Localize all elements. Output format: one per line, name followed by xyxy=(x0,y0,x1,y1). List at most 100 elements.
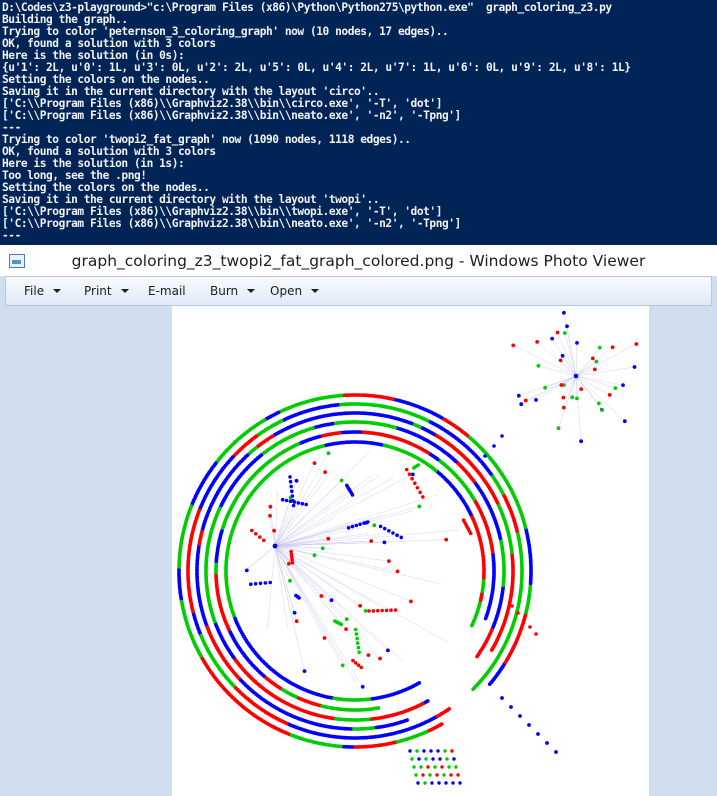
graph-node xyxy=(405,718,409,722)
graph-node xyxy=(561,405,566,410)
graph-node xyxy=(428,773,432,777)
email-button-label: E-mail xyxy=(148,284,186,298)
graph-node xyxy=(592,367,597,372)
graph-node xyxy=(509,705,513,709)
graph-node xyxy=(350,493,355,497)
graph-node xyxy=(362,521,366,525)
graph-node xyxy=(291,499,295,503)
graph-node xyxy=(610,345,615,350)
graph-node xyxy=(522,618,526,622)
graph-node xyxy=(416,463,420,467)
graph-node xyxy=(297,596,301,600)
graph-node xyxy=(440,765,444,769)
graph-node xyxy=(386,648,390,653)
chevron-down-icon xyxy=(120,289,129,293)
graph-node xyxy=(284,498,289,503)
graph-node xyxy=(378,656,382,661)
graph-node xyxy=(456,773,460,777)
graph-node xyxy=(518,714,522,718)
graph-node xyxy=(358,522,362,527)
graph-node xyxy=(350,524,355,529)
email-button[interactable]: E-mail xyxy=(148,284,186,298)
graph-node xyxy=(366,653,371,657)
photo-viewer-window: graph_coloring_z3_twopi2_fat_graph_color… xyxy=(0,245,717,796)
burn-menu[interactable]: Burn xyxy=(210,284,256,298)
graph-node xyxy=(366,520,370,524)
graph-node xyxy=(632,365,637,369)
graph-node xyxy=(354,632,359,636)
graph-node xyxy=(597,401,601,406)
image-viewport[interactable] xyxy=(5,306,712,796)
graph-node xyxy=(294,478,299,483)
graph-node xyxy=(290,561,295,565)
graph-node xyxy=(371,609,376,613)
graph-node xyxy=(304,502,308,507)
graph-node xyxy=(291,503,296,508)
graph-node xyxy=(519,402,524,407)
graph-node xyxy=(500,696,504,700)
graph-node xyxy=(443,749,447,753)
graph-node xyxy=(579,387,584,391)
graph-node xyxy=(290,494,295,498)
graph-node xyxy=(415,486,420,490)
graph-node xyxy=(280,497,285,502)
graph-node xyxy=(527,723,531,727)
graph-node xyxy=(312,553,317,558)
graph-node xyxy=(430,781,434,785)
graph-node xyxy=(326,536,331,541)
graph-node xyxy=(562,310,566,315)
graph-node xyxy=(344,627,348,631)
graph-node xyxy=(340,663,345,668)
graph-node xyxy=(597,345,602,350)
graph-node xyxy=(425,699,430,703)
graph-node xyxy=(562,331,567,335)
console-line: --- xyxy=(2,229,21,242)
graph-node xyxy=(262,538,266,543)
graph-node xyxy=(356,645,361,650)
graph-node xyxy=(436,749,440,753)
graph-node xyxy=(423,781,427,785)
graph-node xyxy=(451,781,455,785)
graph-node xyxy=(424,757,428,761)
graph-node xyxy=(437,781,441,785)
graph-node xyxy=(450,749,454,753)
console-line: ['C:\\Program Files (x86)\\Graphviz2.38\… xyxy=(2,217,461,230)
graph-node xyxy=(272,528,276,533)
graph-node xyxy=(323,470,327,474)
graph-node xyxy=(573,373,579,379)
graph-node xyxy=(511,343,516,348)
print-menu-label: Print xyxy=(84,284,112,298)
graph-node xyxy=(422,749,426,753)
graph-node xyxy=(510,604,514,608)
graph-node xyxy=(536,363,541,368)
graph-node xyxy=(322,636,327,640)
graph-node xyxy=(294,619,299,624)
console-window[interactable]: D:\Codes\z3-playground>"c:\Program Files… xyxy=(0,0,717,245)
graph-node xyxy=(384,608,389,613)
graph-node xyxy=(320,546,325,551)
graph-node xyxy=(382,540,387,545)
graph-node xyxy=(413,481,417,485)
graph-node xyxy=(363,609,368,613)
graph-node xyxy=(415,749,419,753)
graph-node xyxy=(444,781,448,785)
graph-node xyxy=(407,472,412,476)
graph-node xyxy=(454,765,458,769)
graph-node xyxy=(421,495,425,499)
graph-node xyxy=(419,765,423,769)
file-menu[interactable]: File xyxy=(24,284,62,298)
graph-node xyxy=(356,663,361,667)
graph-node xyxy=(272,543,278,549)
graph-node xyxy=(300,501,305,506)
graph-node xyxy=(360,684,365,689)
open-menu[interactable]: Open xyxy=(270,284,320,298)
graph-node xyxy=(559,383,564,387)
graph-node xyxy=(444,537,449,542)
print-menu[interactable]: Print xyxy=(84,284,129,298)
graph-node xyxy=(258,581,263,586)
graph-node xyxy=(550,336,555,341)
graph-node xyxy=(302,669,307,673)
graph-node xyxy=(404,467,409,472)
graph-node xyxy=(622,419,627,424)
graph-node xyxy=(439,722,444,726)
